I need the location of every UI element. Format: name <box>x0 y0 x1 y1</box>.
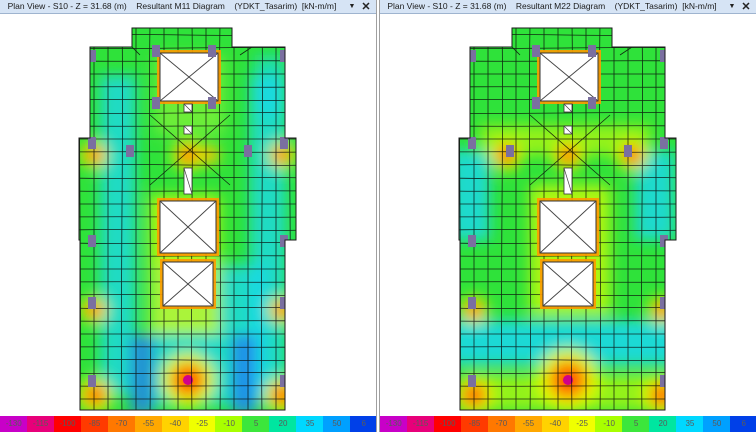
legend-swatch: -10 <box>595 416 623 432</box>
title-units: [kN-m/m] <box>682 1 717 11</box>
contour-diagram <box>458 27 677 411</box>
legend-swatch: 20 <box>649 416 677 432</box>
title-combo: (YDKT_Tasarim) <box>614 1 678 11</box>
contour-plot-m11[interactable] <box>0 15 376 415</box>
legend-swatch: -55 <box>514 416 543 432</box>
legend-swatch: -130 <box>380 416 408 432</box>
legend-swatch: -100 <box>53 416 82 432</box>
window-title: Plan View - S10 - Z = 31.68 (m) Resultan… <box>380 1 724 12</box>
color-legend: -130 -115 -100 -85 -70 -55 -40 -25 -10 5 20 35 50 6 <box>0 416 376 432</box>
window-title: Plan View - S10 - Z = 31.68 (m) Resultan… <box>0 1 344 12</box>
color-legend: -130 -115 -100 -85 -70 -55 -40 -25 -10 5 20 35 50 6 <box>380 416 756 432</box>
close-icon[interactable]: ✕ <box>360 1 372 13</box>
slab-contour <box>459 28 676 410</box>
legend-swatch: -85 <box>80 416 109 432</box>
legend-swatch: 20 <box>269 416 297 432</box>
contour-plot-m22[interactable] <box>380 15 756 415</box>
legend-swatch: -130 <box>0 416 28 432</box>
legend-swatch: -55 <box>134 416 163 432</box>
close-icon[interactable]: ✕ <box>740 1 752 13</box>
legend-swatch: 5 <box>622 416 650 432</box>
legend-swatch: -25 <box>568 416 596 432</box>
legend-swatch: -70 <box>107 416 136 432</box>
legend-swatch: -10 <box>215 416 243 432</box>
plan-view-window-m11[interactable]: Plan View - S10 - Z = 31.68 (m) Resultan… <box>0 0 377 432</box>
legend-swatch: 5 <box>242 416 270 432</box>
legend-swatch: 6 <box>350 416 376 432</box>
window-titlebar[interactable]: Plan View - S10 - Z = 31.68 (m) Resultan… <box>0 0 376 14</box>
legend-swatch: 50 <box>323 416 351 432</box>
title-view: Plan View - S10 - Z = 31.68 (m) <box>7 1 127 11</box>
contour-diagram <box>78 27 297 411</box>
chevron-down-icon[interactable]: ▼ <box>726 1 738 13</box>
legend-swatch: 6 <box>730 416 756 432</box>
workspace: Plan View - S10 - Z = 31.68 (m) Resultan… <box>0 0 756 432</box>
legend-swatch: 50 <box>703 416 731 432</box>
legend-swatch: -25 <box>188 416 216 432</box>
legend-swatch: 35 <box>296 416 324 432</box>
chevron-down-icon[interactable]: ▼ <box>346 1 358 13</box>
title-diagram: Resultant M11 Diagram <box>136 1 225 11</box>
title-view: Plan View - S10 - Z = 31.68 (m) <box>387 1 507 11</box>
plan-view-window-m22[interactable]: Plan View - S10 - Z = 31.68 (m) Resultan… <box>379 0 756 432</box>
slab-contour <box>79 28 296 410</box>
window-titlebar[interactable]: Plan View - S10 - Z = 31.68 (m) Resultan… <box>380 0 756 14</box>
legend-swatch: 35 <box>676 416 704 432</box>
title-combo: (YDKT_Tasarim) <box>234 1 298 11</box>
legend-swatch: -40 <box>161 416 189 432</box>
legend-swatch: -40 <box>541 416 569 432</box>
legend-swatch: -100 <box>433 416 462 432</box>
legend-swatch: -115 <box>26 416 55 432</box>
title-units: [kN-m/m] <box>301 1 337 11</box>
legend-swatch: -70 <box>487 416 516 432</box>
legend-swatch: -85 <box>460 416 489 432</box>
title-diagram: Resultant M22 Diagram <box>515 1 606 11</box>
legend-swatch: -115 <box>406 416 435 432</box>
